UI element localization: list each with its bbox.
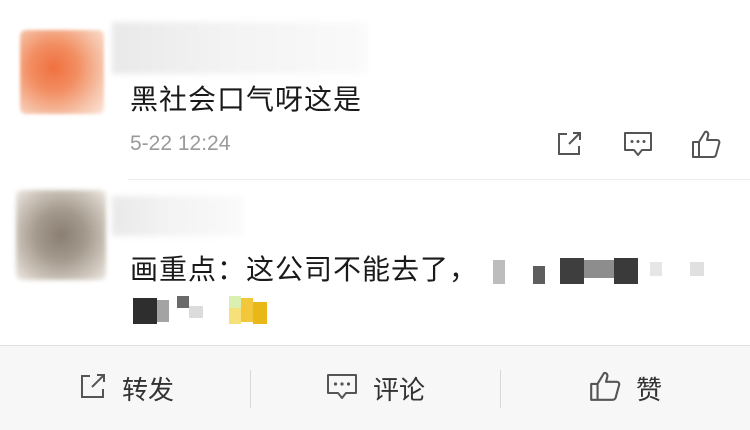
redacted-text-block xyxy=(229,296,241,308)
redacted-text-block xyxy=(493,260,505,284)
redacted-text-block xyxy=(133,298,157,324)
share-icon xyxy=(76,370,108,406)
redacted-text-block xyxy=(241,298,253,322)
comment-button[interactable]: 评论 xyxy=(250,346,500,430)
share-button[interactable]: 转发 xyxy=(0,346,250,430)
comment-label: 评论 xyxy=(372,375,425,406)
like-label: 赞 xyxy=(635,375,662,406)
redacted-text-block xyxy=(189,306,203,318)
redacted-text-block xyxy=(614,258,638,284)
comment-item-2: 画重点：这公司不能去了， xyxy=(0,180,750,345)
redacted-text-block xyxy=(157,300,169,322)
redacted-text-block xyxy=(253,302,267,324)
comment-timestamp: 5-22 12:24 xyxy=(130,132,231,155)
share-label: 转发 xyxy=(121,375,174,406)
comment-icon xyxy=(325,370,359,406)
comment-item-1: 黑社会口气呀这是 5-22 12:24 xyxy=(0,0,750,180)
redacted-text-block xyxy=(229,308,241,324)
comment-text: 黑社会口气呀这是 xyxy=(130,83,363,116)
username-redacted xyxy=(112,22,367,74)
username-redacted xyxy=(112,196,242,236)
redacted-text-block xyxy=(650,262,662,276)
thumbs-up-icon xyxy=(588,369,622,407)
redacted-text-block xyxy=(584,260,614,278)
redacted-text-block xyxy=(690,262,704,276)
share-icon[interactable] xyxy=(553,128,585,160)
redacted-text-block xyxy=(533,266,545,284)
redacted-text-block xyxy=(177,296,189,308)
like-button[interactable]: 赞 xyxy=(500,346,750,430)
avatar[interactable] xyxy=(16,190,106,280)
redacted-text-block xyxy=(560,258,584,284)
bottom-action-bar: 转发 评论 赞 xyxy=(0,345,750,430)
avatar[interactable] xyxy=(20,30,104,114)
comment-icon[interactable] xyxy=(622,128,654,160)
comment-text: 画重点：这公司不能去了， xyxy=(130,253,479,286)
thumbs-up-icon[interactable] xyxy=(690,128,722,160)
